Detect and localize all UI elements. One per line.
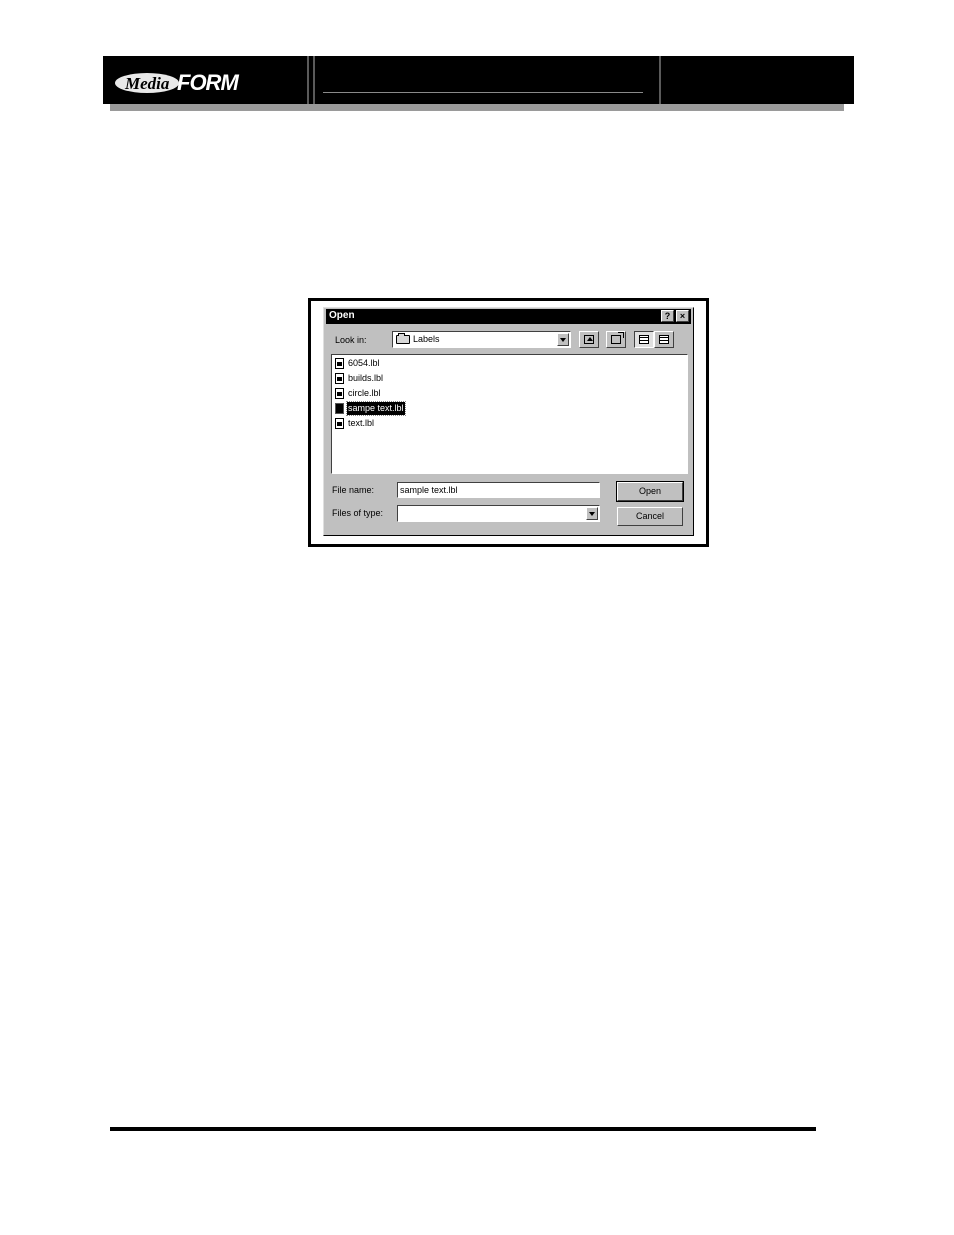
header-divider bbox=[313, 56, 315, 104]
label-file-icon bbox=[335, 388, 344, 399]
look-in-value: Labels bbox=[413, 334, 440, 344]
look-in-dropdown[interactable]: Labels bbox=[392, 331, 571, 348]
folder-icon bbox=[396, 333, 410, 344]
open-button[interactable]: Open bbox=[616, 481, 684, 502]
header-banner: Media FORM bbox=[103, 56, 854, 104]
header-divider bbox=[659, 56, 661, 104]
label-file-icon bbox=[335, 418, 344, 429]
file-name: builds.lbl bbox=[348, 373, 384, 383]
logo-media-text: Media bbox=[125, 74, 170, 93]
details-view-button[interactable] bbox=[654, 331, 674, 348]
list-view-icon bbox=[639, 335, 649, 344]
cancel-button[interactable]: Cancel bbox=[617, 507, 683, 526]
close-button[interactable]: × bbox=[676, 310, 689, 322]
footer-rule bbox=[110, 1127, 816, 1131]
files-of-type-dropdown[interactable] bbox=[397, 505, 600, 522]
up-one-level-button[interactable] bbox=[579, 331, 599, 348]
details-view-icon bbox=[659, 335, 669, 344]
file-name-input[interactable]: sample text.lbl bbox=[397, 482, 600, 498]
chevron-down-icon[interactable] bbox=[586, 507, 598, 520]
label-file-icon bbox=[335, 373, 344, 384]
label-file-icon bbox=[335, 358, 344, 369]
chevron-down-icon[interactable] bbox=[557, 333, 569, 346]
label-file-icon bbox=[335, 403, 344, 414]
files-of-type-label: Files of type: bbox=[332, 508, 384, 518]
dialog-titlebar[interactable]: Open ? × bbox=[326, 309, 691, 324]
dialog-title: Open bbox=[329, 310, 355, 321]
up-one-level-icon bbox=[584, 335, 594, 344]
file-name: text.lbl bbox=[348, 418, 375, 428]
open-dialog: Open ? × Look in: Labels 6054.lbl builds… bbox=[323, 307, 694, 536]
help-button[interactable]: ? bbox=[661, 310, 674, 322]
file-name: 6054.lbl bbox=[348, 358, 380, 368]
create-new-folder-icon bbox=[611, 332, 624, 344]
file-list[interactable]: 6054.lbl builds.lbl circle.lbl sampe tex… bbox=[331, 354, 688, 474]
mediaform-logo: Media FORM bbox=[113, 66, 309, 96]
file-name: sampe text.lbl bbox=[346, 401, 406, 416]
header-rule bbox=[323, 92, 643, 93]
create-new-folder-button[interactable] bbox=[606, 331, 626, 348]
list-view-button[interactable] bbox=[634, 331, 654, 348]
file-name: circle.lbl bbox=[348, 388, 381, 398]
header-divider bbox=[307, 56, 309, 104]
file-name-label: File name: bbox=[332, 485, 375, 495]
header-shadow bbox=[110, 104, 844, 111]
look-in-label: Look in: bbox=[335, 335, 367, 345]
logo-form-text: FORM bbox=[177, 70, 239, 95]
